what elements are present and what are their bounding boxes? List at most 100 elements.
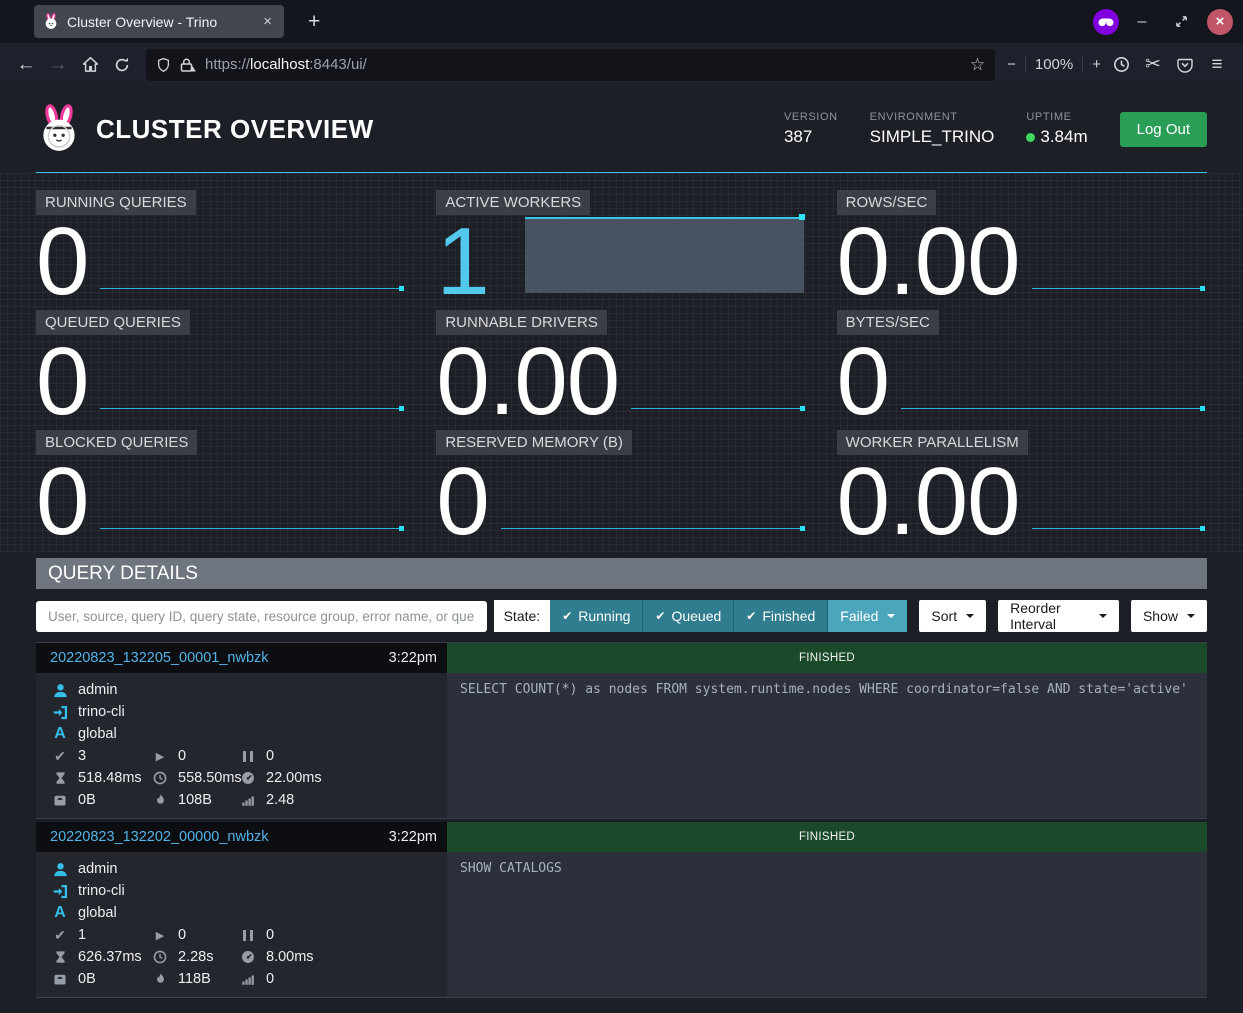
window-minimize-button[interactable]: – bbox=[1129, 13, 1155, 31]
zoom-out-button[interactable]: − bbox=[1007, 56, 1016, 73]
query-details-header: QUERY DETAILS bbox=[36, 558, 1207, 589]
query-list: 20220823_132205_00001_nwbzk 3:22pm FINIS… bbox=[36, 642, 1207, 998]
stat-reserved-memory: RESERVED MEMORY (B) 0 bbox=[436, 423, 806, 543]
sparkline-area-chart bbox=[525, 217, 803, 293]
uptime-meta: UPTIME 3.84m bbox=[1026, 111, 1087, 147]
stat-value: 0 bbox=[36, 225, 88, 300]
queued-splits-icon bbox=[240, 930, 256, 941]
trino-bunny-logo bbox=[36, 104, 82, 154]
shield-icon[interactable] bbox=[156, 57, 171, 73]
scale-icon bbox=[52, 794, 68, 807]
cumulative-memory: 118B bbox=[178, 971, 211, 987]
history-clock-icon[interactable] bbox=[1105, 49, 1137, 81]
query-status-bar: FINISHED bbox=[447, 643, 1207, 673]
gauge-icon bbox=[240, 771, 256, 785]
elapsed-time: 2.28s bbox=[178, 949, 213, 965]
stat-label: RESERVED MEMORY (B) bbox=[436, 430, 632, 455]
show-dropdown[interactable]: Show bbox=[1131, 600, 1207, 632]
window-maximize-button[interactable] bbox=[1165, 6, 1197, 38]
stat-label: BYTES/SEC bbox=[837, 310, 939, 335]
window-controls: – × bbox=[1093, 6, 1243, 38]
stat-label: RUNNABLE DRIVERS bbox=[436, 310, 607, 335]
browser-tab[interactable]: Cluster Overview - Trino × bbox=[34, 5, 284, 38]
home-button[interactable] bbox=[74, 49, 106, 81]
chevron-down-icon bbox=[1099, 614, 1107, 618]
stat-value: 0 bbox=[436, 465, 488, 540]
url-bar[interactable]: https://localhost:8443/ui/ ☆ bbox=[146, 49, 995, 81]
user-icon bbox=[52, 862, 68, 877]
browser-navbar: ← → https://localhost:8443/ui/ ☆ − 100% … bbox=[0, 43, 1243, 86]
completed-splits-icon: ✔ bbox=[52, 927, 68, 944]
query-card: 20220823_132205_00001_nwbzk 3:22pm FINIS… bbox=[36, 643, 1207, 819]
sparkline bbox=[100, 408, 404, 409]
back-button[interactable]: ← bbox=[10, 49, 42, 81]
query-sql-preview[interactable]: SELECT COUNT(*) as nodes FROM system.run… bbox=[447, 673, 1207, 818]
stat-label: QUEUED QUERIES bbox=[36, 310, 190, 335]
screenshot-scissors-icon[interactable]: ✂ bbox=[1137, 49, 1169, 81]
query-header: 20220823_132205_00001_nwbzk 3:22pm bbox=[36, 643, 447, 673]
cpu-time: 22.00ms bbox=[266, 770, 322, 786]
filter-finished-button[interactable]: ✔Finished bbox=[734, 600, 828, 632]
completed-splits: 1 bbox=[78, 927, 86, 943]
hourglass-icon bbox=[52, 950, 68, 964]
url-scheme: https:// bbox=[205, 56, 250, 73]
version-value: 387 bbox=[784, 127, 838, 147]
uptime-status-dot bbox=[1026, 133, 1035, 142]
tab-close-icon[interactable]: × bbox=[260, 13, 275, 30]
running-splits: 0 bbox=[178, 927, 186, 943]
logout-button[interactable]: Log Out bbox=[1120, 112, 1207, 147]
query-id-link[interactable]: 20220823_132202_00000_nwbzk bbox=[50, 829, 269, 845]
query-search-input[interactable] bbox=[36, 601, 487, 632]
menu-hamburger-icon[interactable]: ≡ bbox=[1201, 49, 1233, 81]
sort-dropdown[interactable]: Sort bbox=[919, 600, 986, 632]
sparkline bbox=[501, 528, 805, 529]
stat-label: ROWS/SEC bbox=[837, 190, 937, 215]
filter-running-button[interactable]: ✔Running bbox=[550, 600, 643, 632]
new-tab-button[interactable]: + bbox=[300, 10, 328, 34]
elapsed-time: 558.50ms bbox=[178, 770, 242, 786]
clock-icon bbox=[152, 950, 168, 964]
query-id-link[interactable]: 20220823_132205_00001_nwbzk bbox=[50, 650, 269, 666]
current-memory: 0B bbox=[78, 971, 96, 987]
zoom-level[interactable]: 100% bbox=[1035, 56, 1073, 73]
sparkline bbox=[631, 408, 804, 409]
sparkline bbox=[100, 288, 404, 289]
queued-splits-icon bbox=[240, 751, 256, 762]
query-status-bar: FINISHED bbox=[447, 822, 1207, 852]
stat-value: 1 bbox=[436, 225, 488, 300]
separator bbox=[1082, 56, 1083, 73]
uptime-label: UPTIME bbox=[1026, 111, 1087, 123]
sign-in-icon bbox=[52, 705, 68, 720]
query-resource-group: global bbox=[78, 726, 117, 742]
stat-active-workers: ACTIVE WORKERS 1 bbox=[436, 183, 806, 303]
queued-splits: 0 bbox=[266, 748, 274, 764]
check-icon: ✔ bbox=[746, 609, 756, 623]
query-meta-panel: admin trino-cli Aglobal ✔3 ▶0 0 518.48ms… bbox=[36, 673, 447, 818]
completed-splits: 3 bbox=[78, 748, 86, 764]
reload-button[interactable] bbox=[106, 49, 138, 81]
stat-label: WORKER PARALLELISM bbox=[837, 430, 1028, 455]
check-icon: ✔ bbox=[562, 609, 572, 623]
query-time: 3:22pm bbox=[389, 650, 437, 666]
zoom-in-button[interactable]: + bbox=[1092, 56, 1101, 73]
reorder-interval-dropdown[interactable]: Reorder Interval bbox=[998, 600, 1119, 632]
queued-time: 626.37ms bbox=[78, 949, 142, 965]
stat-label: BLOCKED QUERIES bbox=[36, 430, 197, 455]
query-sql-preview[interactable]: SHOW CATALOGS bbox=[447, 852, 1207, 997]
trino-page: CLUSTER OVERVIEW VERSION 387 ENVIRONMENT… bbox=[0, 86, 1243, 1013]
stat-label: ACTIVE WORKERS bbox=[436, 190, 590, 215]
query-details-title: QUERY DETAILS bbox=[48, 563, 198, 585]
forward-button[interactable]: → bbox=[42, 49, 74, 81]
user-icon bbox=[52, 683, 68, 698]
lock-warning-icon[interactable] bbox=[179, 57, 197, 73]
window-close-button[interactable]: × bbox=[1207, 9, 1233, 35]
environment-meta: ENVIRONMENT SIMPLE_TRINO bbox=[870, 111, 995, 147]
pocket-icon[interactable] bbox=[1169, 49, 1201, 81]
scale-icon bbox=[52, 973, 68, 986]
fire-icon bbox=[152, 793, 168, 807]
zoom-controls: − 100% + bbox=[1007, 56, 1101, 73]
filter-failed-dropdown[interactable]: Failed bbox=[828, 600, 907, 632]
filter-queued-button[interactable]: ✔Queued bbox=[643, 600, 734, 632]
query-user: admin bbox=[78, 682, 118, 698]
bookmark-star-icon[interactable]: ☆ bbox=[970, 55, 985, 75]
